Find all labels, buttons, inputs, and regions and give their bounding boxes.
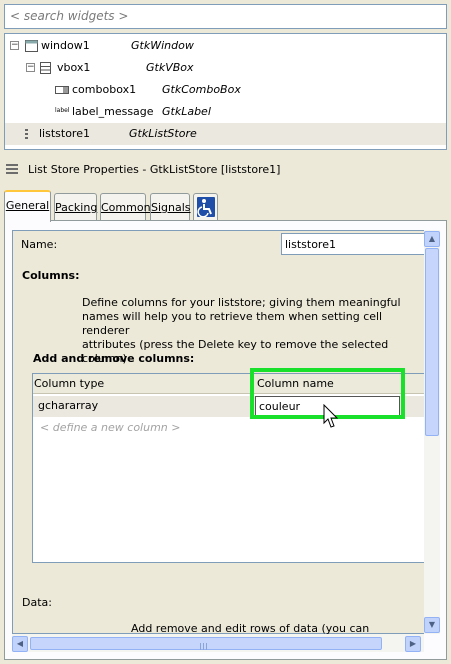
search-widgets-input[interactable]: < search widgets > (4, 4, 447, 29)
scroll-left-icon[interactable]: ◀ (12, 636, 28, 652)
scroll-right-icon[interactable]: ▶ (405, 636, 421, 652)
collapse-icon[interactable]: − (10, 41, 19, 50)
tab-accessibility[interactable] (193, 193, 218, 220)
tree-row-label-message[interactable]: label label_message GtkLabel (5, 101, 446, 123)
mouse-cursor-icon (323, 404, 339, 428)
vbox-icon (40, 62, 51, 74)
widget-tree: − window1 GtkWindow − vbox1 GtkVBox comb… (4, 33, 447, 150)
tab-packing[interactable]: Packing (54, 193, 97, 220)
tree-item-name: vbox1 (57, 61, 91, 74)
tree-row-combobox1[interactable]: combobox1 GtkComboBox (5, 79, 446, 101)
scroll-up-icon[interactable]: ▲ (424, 231, 440, 247)
tab-common[interactable]: Common (100, 193, 151, 220)
tree-row-liststore1[interactable]: liststore1 GtkListStore (5, 123, 446, 145)
tree-item-name: window1 (41, 39, 90, 52)
tree-item-name: combobox1 (72, 83, 137, 96)
accessibility-icon (196, 197, 215, 218)
liststore-icon (25, 129, 28, 139)
tree-item-type: GtkComboBox (162, 83, 241, 96)
collapse-icon[interactable]: − (26, 63, 35, 72)
combobox-icon (55, 86, 69, 94)
tree-item-type: GtkVBox (146, 61, 194, 74)
properties-icon (6, 164, 18, 176)
name-label: Name: (21, 238, 58, 251)
tab-signals[interactable]: Signals (150, 193, 191, 220)
name-input[interactable]: liststore1 (281, 233, 426, 255)
data-label: Data: (22, 596, 52, 609)
new-column-placeholder[interactable]: < define a new column > (40, 421, 180, 434)
columns-heading: Columns: (22, 269, 80, 282)
tree-item-type: GtkWindow (131, 39, 194, 52)
tree-item-type: GtkLabel (162, 105, 211, 118)
tree-item-type: GtkListStore (129, 127, 197, 140)
vertical-scroll-thumb[interactable] (425, 248, 439, 436)
scroll-down-icon[interactable]: ▼ (424, 617, 440, 633)
tree-row-window1[interactable]: − window1 GtkWindow (5, 35, 446, 57)
window-icon (25, 40, 38, 52)
tree-row-vbox1[interactable]: − vbox1 GtkVBox (5, 57, 446, 79)
add-remove-columns-heading: Add and remove columns: (33, 352, 195, 365)
label-icon: label (55, 107, 70, 114)
column-header-type[interactable]: Column type (34, 377, 104, 390)
tab-general[interactable]: General (4, 190, 51, 222)
scroll-grip-icon (200, 640, 210, 650)
properties-title: List Store Properties - GtkListStore [li… (28, 163, 281, 176)
tree-item-name: label_message (72, 105, 154, 118)
tree-item-name: liststore1 (39, 127, 90, 140)
column-type-cell[interactable]: gchararray (38, 399, 98, 412)
